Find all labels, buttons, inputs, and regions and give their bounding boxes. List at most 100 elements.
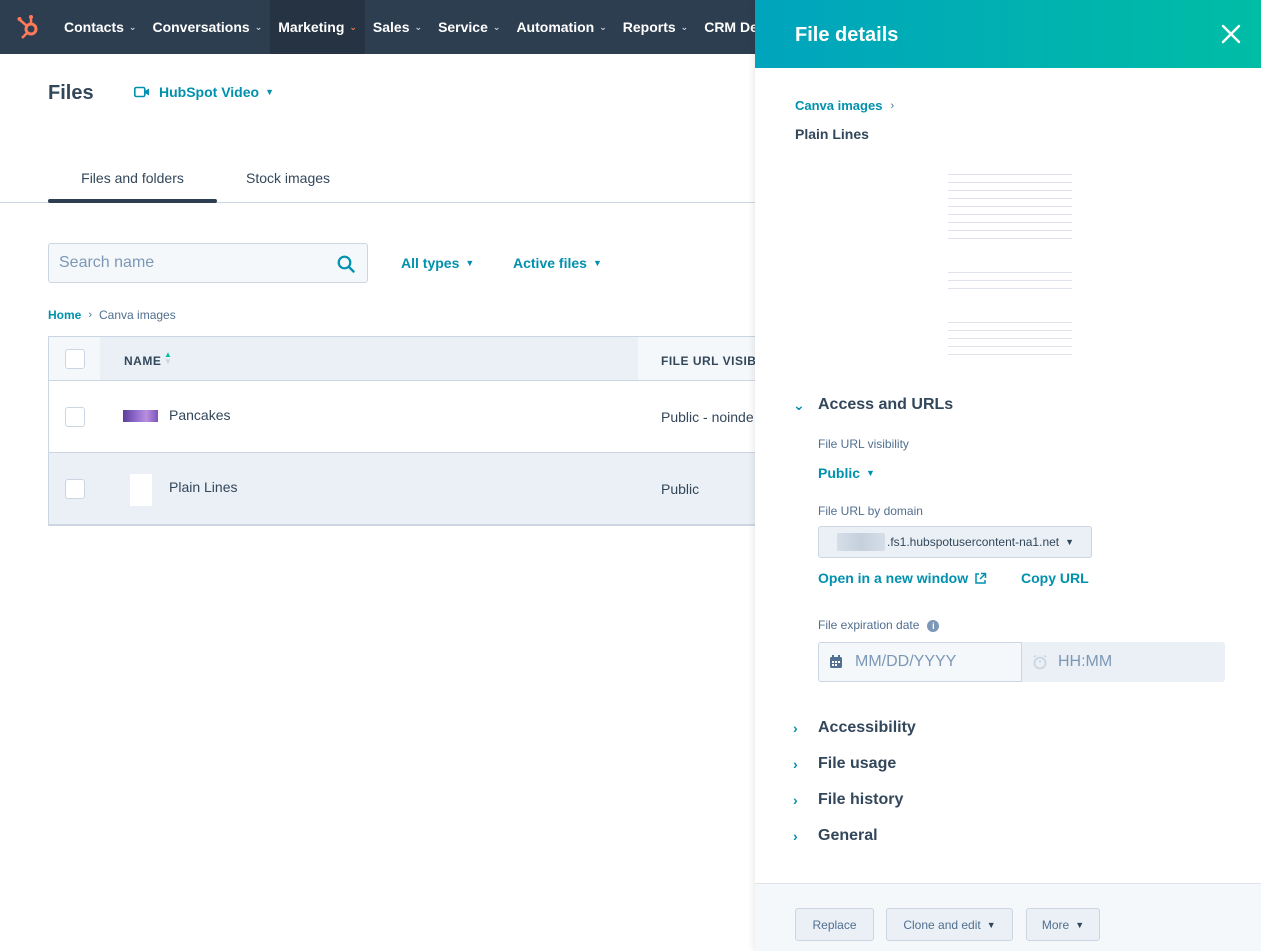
search-icon[interactable] [337, 255, 355, 273]
nav-label: Contacts [64, 19, 124, 35]
chevron-down-icon: ⌄ [680, 21, 689, 32]
section-title: File usage [818, 755, 897, 772]
search-box [48, 243, 368, 283]
table-row[interactable]: Pancakes Public - noinde [49, 381, 755, 453]
caret-down-icon: ▼ [986, 919, 996, 930]
nav-automation[interactable]: Automation ⌄ [508, 0, 614, 54]
hubspot-logo-icon[interactable] [0, 0, 56, 54]
date-input[interactable] [855, 643, 1015, 681]
nav-label: Service [438, 19, 488, 35]
file-preview-image [948, 168, 1072, 358]
caret-down-icon: ▼ [1075, 919, 1085, 930]
chevron-right-icon: › [793, 828, 798, 844]
general-toggle[interactable]: › General [793, 827, 878, 845]
nav-service[interactable]: Service ⌄ [430, 0, 508, 54]
panel-footer: Replace Clone and edit ▼ More ▼ [755, 883, 1261, 951]
clone-and-edit-button[interactable]: Clone and edit ▼ [886, 908, 1013, 941]
section-title: Accessibility [818, 719, 916, 736]
chevron-down-icon: ⌄ [414, 21, 423, 32]
visibility-label: File URL visibility [818, 437, 909, 451]
visibility-dropdown[interactable]: Public ▼ [818, 465, 875, 481]
caret-down-icon: ▼ [1065, 537, 1075, 547]
chevron-down-icon: ⌄ [254, 21, 263, 32]
calendar-icon [830, 655, 842, 668]
sort-ascending-icon[interactable]: ▲ ▼ [164, 351, 172, 366]
file-history-toggle[interactable]: › File history [793, 791, 903, 809]
accessibility-toggle[interactable]: › Accessibility [793, 719, 916, 737]
nav-label: Automation [516, 19, 595, 35]
all-types-filter[interactable]: All types ▼ [401, 255, 474, 271]
panel-breadcrumb[interactable]: Canva images › [795, 98, 894, 113]
redacted-subdomain [837, 533, 885, 551]
replace-button[interactable]: Replace [795, 908, 874, 941]
files-table: NAME ▲ ▼ FILE URL VISIBI Pancakes Public … [48, 336, 760, 526]
panel-header: File details [755, 0, 1261, 68]
time-input[interactable] [1058, 643, 1218, 681]
visibility-header-label[interactable]: FILE URL VISIBI [661, 354, 760, 368]
breadcrumb-current: Canva images [99, 308, 176, 322]
page-title: Files [48, 82, 94, 104]
open-new-window-link[interactable]: Open in a new window [818, 570, 987, 586]
video-label: HubSpot Video [159, 84, 260, 100]
tab-bar: Files and folders Stock images [0, 150, 755, 203]
nav-label: Reports [622, 19, 676, 35]
file-usage-toggle[interactable]: › File usage [793, 755, 896, 773]
table-header: NAME ▲ ▼ FILE URL VISIBI [49, 337, 760, 381]
expiration-date-field [818, 642, 1022, 682]
tab-files-and-folders[interactable]: Files and folders [48, 170, 217, 186]
clock-icon [1033, 654, 1047, 670]
search-input[interactable] [49, 244, 329, 282]
close-icon[interactable] [1219, 22, 1243, 46]
access-and-urls-toggle[interactable]: ⌄ Access and URLs [793, 396, 953, 414]
nav-label: Marketing [278, 19, 345, 35]
video-camera-icon [134, 86, 149, 98]
domain-label: File URL by domain [818, 504, 923, 518]
active-files-filter[interactable]: Active files ▼ [513, 255, 602, 271]
table-row[interactable]: Plain Lines Public [49, 453, 755, 525]
filter-label: All types [401, 255, 460, 271]
select-all-checkbox[interactable] [65, 349, 85, 369]
nav-label: Conversations [152, 19, 250, 35]
more-button[interactable]: More ▼ [1026, 908, 1100, 941]
expiration-label: File expiration date i [818, 618, 940, 632]
nav-reports[interactable]: Reports ⌄ [615, 0, 696, 54]
external-link-icon [975, 572, 987, 584]
nav-label: Sales [372, 19, 410, 35]
expiration-time-field [1022, 642, 1225, 682]
nav-conversations[interactable]: Conversations ⌄ [144, 0, 270, 54]
breadcrumb-home[interactable]: Home [48, 308, 81, 322]
nav-contacts[interactable]: Contacts ⌄ [56, 0, 144, 54]
row-checkbox[interactable] [65, 407, 85, 427]
expiration-label-text: File expiration date [818, 618, 920, 632]
panel-title: File details [795, 24, 899, 46]
chevron-down-icon: ⌄ [349, 21, 357, 32]
section-title: Access and URLs [818, 396, 954, 413]
nav-sales[interactable]: Sales ⌄ [365, 0, 430, 54]
breadcrumb: Home › Canva images [48, 308, 176, 322]
chevron-right-icon: › [890, 99, 895, 112]
visibility-value: Public [818, 465, 861, 481]
panel-breadcrumb-folder[interactable]: Canva images [795, 98, 882, 113]
nav-marketing[interactable]: Marketing ⌄ [270, 0, 365, 54]
row-checkbox[interactable] [65, 479, 85, 499]
file-name[interactable]: Pancakes [169, 407, 230, 423]
chevron-down-icon: ⌄ [793, 396, 805, 413]
chevron-right-icon: › [88, 309, 93, 321]
caret-down-icon: ▼ [465, 258, 475, 268]
panel-file-name: Plain Lines [795, 126, 869, 142]
info-icon[interactable]: i [927, 619, 940, 632]
file-name[interactable]: Plain Lines [169, 479, 238, 495]
link-label: Open in a new window [818, 570, 969, 586]
copy-url-button[interactable]: Copy URL [1021, 570, 1089, 586]
hubspot-video-dropdown[interactable]: HubSpot Video ▼ [134, 84, 274, 100]
chevron-down-icon: ⌄ [599, 21, 607, 32]
name-column-header[interactable] [100, 337, 638, 380]
domain-dropdown[interactable]: .fs1.hubspotusercontent-na1.net ▼ [818, 526, 1092, 558]
button-label: More [1041, 917, 1070, 932]
caret-down-icon: ▼ [592, 258, 602, 268]
chevron-right-icon: › [793, 792, 798, 808]
file-details-panel: File details Canva images › Plain Lines … [755, 0, 1261, 951]
button-label: Clone and edit [903, 917, 981, 932]
tab-stock-images[interactable]: Stock images [246, 170, 330, 186]
file-visibility: Public - noinde [661, 409, 754, 425]
